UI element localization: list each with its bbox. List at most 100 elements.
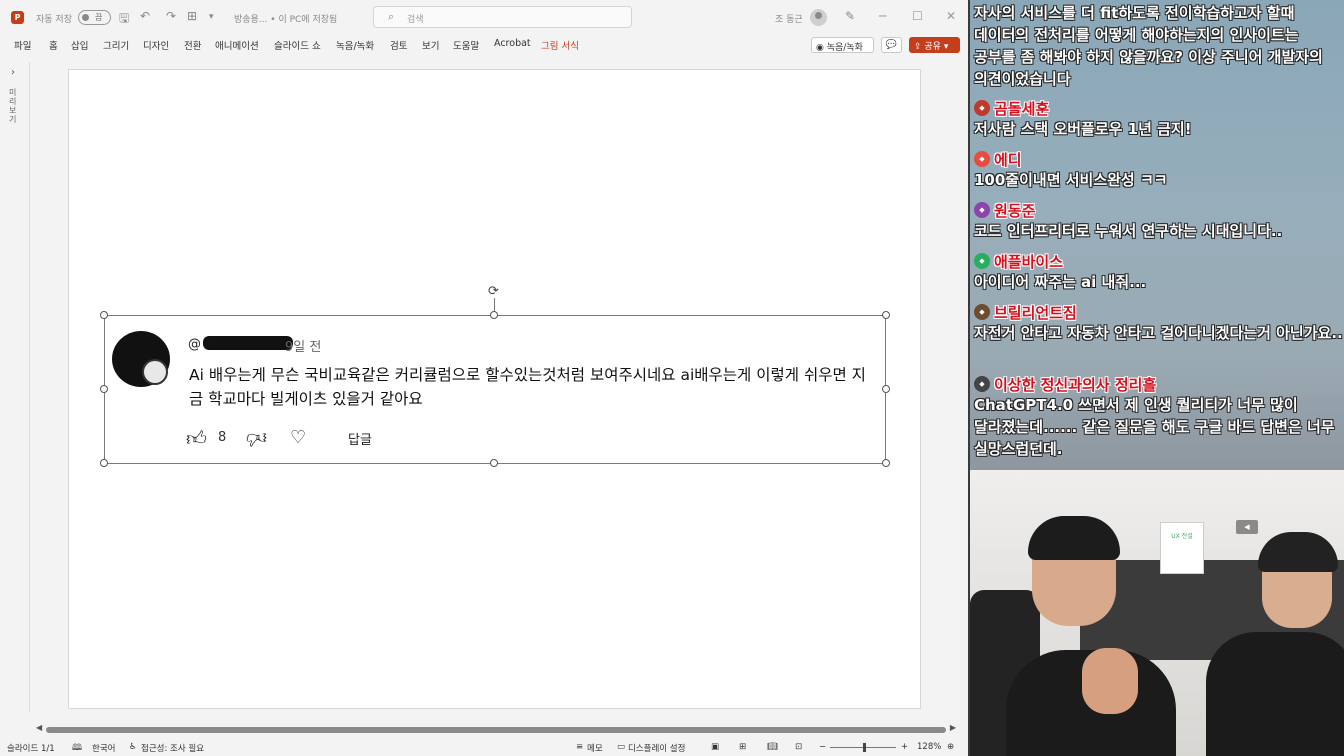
zoom-in-button[interactable]: + (901, 742, 908, 752)
zoom-out-button[interactable]: − (819, 742, 826, 752)
minimize-button[interactable]: ─ (879, 9, 886, 23)
tab-design[interactable]: 디자인 (143, 38, 169, 52)
chat-message: ◆ 브릴리언트짐 자전거 안타고 자동차 안타고 걸어다니겠다는거 아닌가요.. (974, 302, 1344, 344)
search-icon: ⌕ (388, 10, 395, 23)
reading-view-icon[interactable]: 📖︎ (767, 742, 778, 752)
tab-slideshow[interactable]: 슬라이드 쇼 (274, 38, 321, 52)
slide-counter: 슬라이드 1/1 (7, 744, 55, 754)
resize-handle[interactable] (100, 459, 108, 467)
resize-handle[interactable] (882, 311, 890, 319)
fit-slide-icon[interactable]: ⊕ (947, 742, 954, 752)
close-button[interactable]: ✕ (946, 9, 956, 23)
user-name[interactable]: 조 동근 (775, 12, 803, 25)
resize-handle[interactable] (490, 311, 498, 319)
reply-label: 답글 (348, 433, 372, 448)
comments-button[interactable]: 💬 (881, 37, 902, 53)
chat-message-text: 아이디어 짜주는 ai 내줘... (974, 273, 1147, 291)
thumbs-down-icon: 👍︎ (246, 427, 267, 451)
chat-username: 곰돌세훈 (994, 99, 1050, 118)
tab-review[interactable]: 검토 (390, 38, 407, 52)
redaction-mark (203, 336, 293, 350)
chat-message: ◆ 이상한 정신과의사 정리흘 ChatGPT4.0 쓰면서 제 인생 퀄리티가 … (974, 374, 1344, 460)
tab-acrobat[interactable]: Acrobat (494, 38, 531, 49)
background-tag: ◀ (1236, 520, 1258, 534)
user-badge-icon: ◆ (974, 304, 990, 320)
title-bar: P 자동 저장 끔 🖫 ↶ ↷ ⊞ ▾ 방송용... • 이 PC에 저장됨 ⌕… (0, 0, 968, 34)
zoom-level[interactable]: 128% (917, 742, 941, 752)
status-bar: 슬라이드 1/1 🕮 한국어 ♿ 접근성: 조사 필요 ≡ 메모 ▭ 디스플레이… (0, 738, 968, 756)
scroll-right-icon[interactable]: ▶ (950, 723, 956, 732)
chat-message: 자사의 서비스를 더 fit하도록 전이학습하고자 할때 데이터의 전처리를 어… (974, 2, 1344, 90)
horizontal-scrollbar[interactable]: ◀ ▶ (36, 723, 956, 735)
tab-insert[interactable]: 삽입 (71, 38, 88, 52)
chat-message: ◆ 곰돌세훈 저사람 스택 오버플로우 1년 금지! (974, 98, 1344, 140)
chat-message-text: 자전거 안타고 자동차 안타고 걸어다니겠다는거 아닌가요.. (974, 324, 1343, 342)
user-badge-icon: ◆ (974, 376, 990, 392)
slideshow-icon[interactable]: ⊡ (795, 742, 802, 752)
display-settings-button[interactable]: 디스플레이 설정 (628, 742, 685, 754)
user-avatar[interactable] (810, 9, 827, 26)
background-sign: UX 전설 (1160, 522, 1204, 574)
display-icon: ▭ (617, 742, 626, 752)
user-badge-icon: ◆ (974, 253, 990, 269)
autosave-label: 자동 저장 (36, 15, 72, 25)
maximize-button[interactable]: ☐ (912, 9, 923, 23)
chat-message-text: 코드 인터프리터로 누워서 연구하는 시대입니다.. (974, 222, 1283, 240)
tab-file[interactable]: 파일 (14, 38, 31, 52)
tab-home[interactable]: 홈 (49, 38, 58, 52)
record-button[interactable]: ◉ 녹음/녹화 (811, 37, 874, 53)
resize-handle[interactable] (100, 385, 108, 393)
user-badge-icon: ◆ (974, 202, 990, 218)
resize-handle[interactable] (882, 459, 890, 467)
commenter-avatar (112, 331, 170, 387)
chat-message-text: 저사람 스택 오버플로우 1년 금지! (974, 120, 1192, 138)
resize-handle[interactable] (100, 311, 108, 319)
tab-draw[interactable]: 그리기 (103, 38, 129, 52)
present-icon[interactable]: ⊞ (187, 9, 197, 23)
tab-help[interactable]: 도움말 (453, 38, 479, 52)
pen-icon[interactable]: ✎ (845, 9, 855, 23)
document-title[interactable]: 방송용... • 이 PC에 저장됨 (234, 12, 337, 25)
chat-username: 애플바이스 (994, 252, 1064, 271)
scrollbar-thumb[interactable] (46, 727, 946, 733)
chat-message: ◆ 애플바이스 아이디어 짜주는 ai 내줘... (974, 251, 1344, 293)
person-right (1206, 632, 1344, 756)
chat-username: 에디 (994, 150, 1022, 169)
user-badge-icon: ◆ (974, 100, 990, 116)
autosave-toggle[interactable]: 끔 (78, 10, 111, 25)
expand-pane-icon[interactable]: › (11, 67, 15, 78)
tab-picture-format[interactable]: 그림 서식 (541, 38, 579, 52)
redo-icon[interactable]: ↷ (166, 9, 176, 23)
powerpoint-window: P 자동 저장 끔 🖫 ↶ ↷ ⊞ ▾ 방송용... • 이 PC에 저장됨 ⌕… (0, 0, 968, 756)
chat-username: 원동준 (994, 201, 1036, 220)
save-icon[interactable]: 🖫 (119, 9, 129, 30)
language-status[interactable]: 한국어 (92, 742, 115, 754)
tab-record[interactable]: 녹음/녹화 (336, 38, 374, 52)
user-badge-icon: ◆ (974, 151, 990, 167)
accessibility-icon: ♿ (129, 742, 137, 752)
undo-icon[interactable]: ↶ (140, 9, 150, 23)
rotate-handle-icon[interactable]: ⟳ (488, 284, 499, 299)
resize-handle[interactable] (490, 459, 498, 467)
accessibility-status[interactable]: 접근성: 조사 필요 (141, 742, 204, 754)
thumbnail-pane-label: 미리보기 (9, 88, 17, 124)
share-button[interactable]: ⇪ 공유 ▾ (909, 37, 960, 53)
normal-view-icon[interactable]: ▣ (711, 742, 719, 752)
slide-sorter-icon[interactable]: ⊞ (739, 742, 746, 752)
webcam-feed: UX 전설 ◀ (968, 470, 1344, 756)
chat-message: ◆ 원동준 코드 인터프리터로 누워서 연구하는 시대입니다.. (974, 200, 1344, 242)
zoom-slider-thumb[interactable] (863, 743, 866, 752)
thumbs-up-icon: 👍︎ (186, 426, 207, 450)
tab-animations[interactable]: 애니메이션 (215, 38, 259, 52)
search-box[interactable]: ⌕ 검색 (373, 6, 632, 28)
chat-message-text: ChatGPT4.0 쓰면서 제 인생 퀄리티가 너무 많이 달라졌는데....… (974, 396, 1335, 458)
customize-qat-icon[interactable]: ▾ (209, 12, 214, 22)
chat-message: ◆ 에디 100줄이내면 서비스완성 ㅋㅋ (974, 149, 1344, 191)
notes-button[interactable]: 메모 (587, 742, 603, 754)
tab-transitions[interactable]: 전환 (184, 38, 201, 52)
scroll-left-icon[interactable]: ◀ (36, 723, 42, 732)
commenter-handle: @ (188, 336, 293, 352)
spellcheck-icon[interactable]: 🕮 (72, 742, 82, 756)
resize-handle[interactable] (882, 385, 890, 393)
tab-view[interactable]: 보기 (422, 38, 439, 52)
